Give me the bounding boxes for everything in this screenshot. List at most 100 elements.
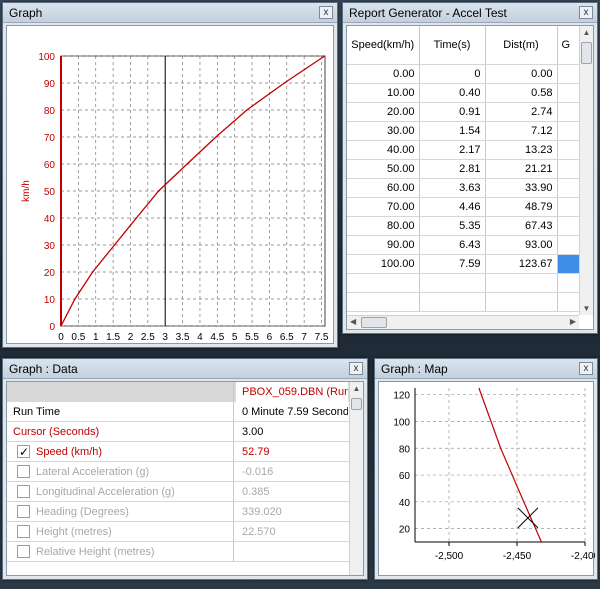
report-row[interactable]: 0.00 0 0.00	[347, 64, 588, 84]
data-row[interactable]: Height (metres) 22.570	[7, 522, 363, 542]
report-row[interactable]: 30.00 1.54 7.12	[347, 121, 588, 141]
channel-checkbox[interactable]	[17, 465, 30, 478]
cell-speed[interactable]: 100.00	[347, 254, 420, 274]
track-map-chart[interactable]: 120 100 80 60 40 20 -2,500 -2,450 -2,400	[379, 382, 595, 578]
report-vertical-scrollbar[interactable]: ▲ ▼	[579, 26, 593, 315]
x-tick-label: 4	[197, 332, 203, 343]
cell-speed[interactable]: 40.00	[347, 140, 420, 160]
cell-speed[interactable]: 60.00	[347, 178, 420, 198]
scrollbar-thumb[interactable]	[581, 42, 592, 64]
cell-time[interactable]: 0	[419, 64, 486, 84]
map-close-button[interactable]: x	[579, 362, 593, 375]
y-tick-label: 20	[44, 268, 56, 279]
data-row[interactable]: Relative Height (metres)	[7, 542, 363, 562]
scroll-up-icon[interactable]: ▲	[580, 28, 593, 37]
column-header-time[interactable]: Time(s)	[419, 26, 486, 65]
data-grid: PBOX_059.DBN (Run 1) Run Time 0 Minute 7.…	[6, 381, 364, 576]
cell-dist[interactable]: 21.21	[485, 159, 558, 179]
report-row[interactable]: 40.00 2.17 13.23	[347, 140, 588, 160]
channel-checkbox[interactable]	[17, 525, 30, 538]
data-close-button[interactable]: x	[349, 362, 363, 375]
cell-time[interactable]: 3.63	[419, 178, 486, 198]
report-window-title: Report Generator - Accel Test	[349, 6, 507, 20]
cell-time[interactable]: 2.17	[419, 140, 486, 160]
map-y-tick-label: 40	[399, 498, 411, 509]
cell-time[interactable]: 2.81	[419, 159, 486, 179]
cell-dist[interactable]: 0.00	[485, 64, 558, 84]
report-row[interactable]: 50.00 2.81 21.21	[347, 159, 588, 179]
cell-empty	[419, 292, 486, 312]
cell-dist[interactable]: 2.74	[485, 102, 558, 122]
column-header-speed[interactable]: Speed(km/h)	[347, 26, 420, 65]
data-vertical-scrollbar[interactable]: ▲	[349, 382, 363, 575]
y-tick-label: 10	[44, 295, 56, 306]
data-row[interactable]: Run Time 0 Minute 7.59 Seconds	[7, 402, 363, 422]
speed-time-chart[interactable]: 0 0.5 1 1.5 2 2.5 3 3.5 4 4.5 5 5.5 6 6.5 7 7.5 0 10 20 30 4…	[7, 26, 335, 346]
column-header-dist[interactable]: Dist(m)	[485, 26, 558, 65]
report-table-body: 0.00 0 0.00 10.00 0.40 0.58 20.00 0.91 2.74 30.00…	[347, 64, 588, 312]
cell-time[interactable]: 7.59	[419, 254, 486, 274]
report-row[interactable]: 70.00 4.46 48.79	[347, 197, 588, 217]
report-row[interactable]: 80.00 5.35 67.43	[347, 216, 588, 236]
report-row[interactable]: 100.00 7.59 123.67	[347, 254, 588, 274]
scrollbar-thumb[interactable]	[351, 398, 362, 410]
report-row[interactable]: 60.00 3.63 33.90	[347, 178, 588, 198]
scrollbar-thumb[interactable]	[361, 317, 387, 328]
x-tick-label: 2.5	[141, 332, 155, 343]
run-file-header[interactable]: PBOX_059.DBN (Run 1)	[236, 382, 348, 402]
scroll-up-icon[interactable]: ▲	[350, 384, 363, 393]
report-row[interactable]: 10.00 0.40 0.58	[347, 83, 588, 103]
data-row[interactable]: Lateral Acceleration (g) -0.016	[7, 462, 363, 482]
report-row[interactable]: 90.00 6.43 93.00	[347, 235, 588, 255]
cell-speed[interactable]: 50.00	[347, 159, 420, 179]
channel-checkbox[interactable]	[17, 442, 30, 462]
cell-dist[interactable]: 93.00	[485, 235, 558, 255]
graph-plot-area[interactable]: 0 0.5 1 1.5 2 2.5 3 3.5 4 4.5 5 5.5 6 6.5 7 7.5 0 10 20 30 4…	[6, 25, 335, 346]
channel-checkbox[interactable]	[17, 545, 30, 558]
cell-speed[interactable]: 10.00	[347, 83, 420, 103]
cell-dist[interactable]: 0.58	[485, 83, 558, 103]
cell-dist[interactable]: 123.67	[485, 254, 558, 274]
cell-speed[interactable]: 0.00	[347, 64, 420, 84]
cell-time[interactable]: 0.91	[419, 102, 486, 122]
data-row[interactable]: Longitudinal Acceleration (g) 0.385	[7, 482, 363, 502]
report-row[interactable]: 20.00 0.91 2.74	[347, 102, 588, 122]
channel-checkbox[interactable]	[17, 505, 30, 518]
map-x-tick-label: -2,500	[435, 551, 464, 562]
data-window-titlebar[interactable]: Graph : Data x	[3, 359, 367, 379]
scroll-left-icon[interactable]: ◀	[350, 317, 356, 326]
map-window-titlebar[interactable]: Graph : Map x	[375, 359, 597, 379]
y-tick-label: 50	[44, 187, 56, 198]
cell-speed[interactable]: 90.00	[347, 235, 420, 255]
map-plot-area[interactable]: 120 100 80 60 40 20 -2,500 -2,450 -2,400	[378, 381, 595, 578]
cell-time[interactable]: 5.35	[419, 216, 486, 236]
cell-dist[interactable]: 13.23	[485, 140, 558, 160]
data-row[interactable]: Speed (km/h) 52.79	[7, 442, 363, 462]
data-row-value: 0.385	[242, 486, 270, 498]
graph-close-button[interactable]: x	[319, 6, 333, 19]
data-row[interactable]: Heading (Degrees) 339.020	[7, 502, 363, 522]
map-y-tick-label: 120	[393, 391, 410, 402]
scroll-down-icon[interactable]: ▼	[580, 304, 593, 313]
cell-dist[interactable]: 7.12	[485, 121, 558, 141]
graph-window-titlebar[interactable]: Graph x	[3, 3, 337, 23]
report-window-titlebar[interactable]: Report Generator - Accel Test x	[343, 3, 597, 23]
cell-speed[interactable]: 80.00	[347, 216, 420, 236]
data-row[interactable]: Cursor (Seconds) 3.00	[7, 422, 363, 442]
scroll-right-icon[interactable]: ▶	[570, 317, 576, 326]
cell-dist[interactable]: 33.90	[485, 178, 558, 198]
report-close-button[interactable]: x	[579, 6, 593, 19]
cell-time[interactable]: 4.46	[419, 197, 486, 217]
channel-checkbox[interactable]	[17, 485, 30, 498]
report-horizontal-scrollbar[interactable]: ◀ ▶	[347, 315, 579, 329]
cell-speed[interactable]: 70.00	[347, 197, 420, 217]
cell-time[interactable]: 1.54	[419, 121, 486, 141]
cell-time[interactable]: 6.43	[419, 235, 486, 255]
cell-dist[interactable]: 48.79	[485, 197, 558, 217]
cell-speed[interactable]: 20.00	[347, 102, 420, 122]
cell-dist[interactable]: 67.43	[485, 216, 558, 236]
cell-speed[interactable]: 30.00	[347, 121, 420, 141]
data-row-value: 3.00	[242, 426, 264, 438]
x-tick-label: 6	[267, 332, 273, 343]
cell-time[interactable]: 0.40	[419, 83, 486, 103]
